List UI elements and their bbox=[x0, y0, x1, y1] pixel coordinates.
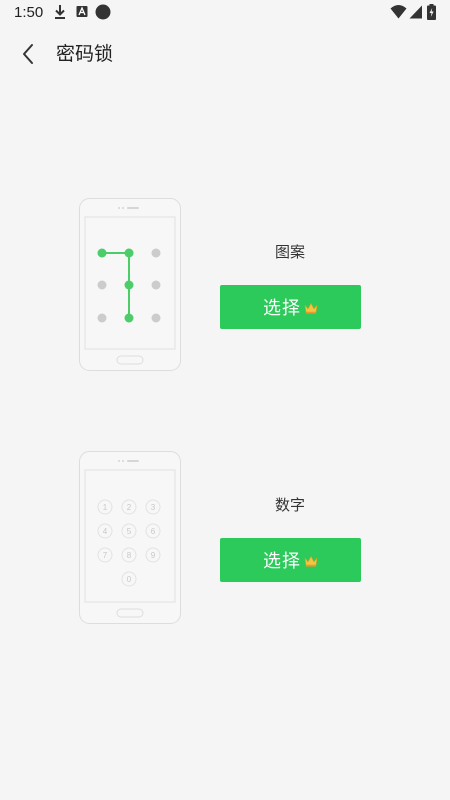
download-icon bbox=[55, 5, 65, 19]
back-button[interactable] bbox=[12, 38, 44, 70]
screen: 1:50 密码锁 图案 选择 1 2 3 4 5 6 7 8 9 0 数字 选择 bbox=[0, 0, 450, 800]
pattern-dot bbox=[97, 248, 107, 258]
chevron-left-icon bbox=[23, 44, 33, 64]
pin-key-label: 1 bbox=[103, 503, 108, 512]
status-time: 1:50 bbox=[14, 4, 44, 21]
app-bar: 密码锁 bbox=[0, 26, 450, 80]
pattern-dot bbox=[151, 248, 161, 258]
pin-key-label: 4 bbox=[103, 527, 108, 536]
circle-dot-icon bbox=[95, 4, 111, 20]
pattern-dot bbox=[97, 313, 107, 323]
pin-key-label: 9 bbox=[151, 551, 156, 560]
pattern-dot bbox=[124, 313, 134, 323]
select-pattern-button[interactable]: 选择 bbox=[220, 285, 361, 329]
pin-key-label: 2 bbox=[127, 503, 132, 512]
select-button-label: 选择 bbox=[263, 298, 301, 319]
battery-icon bbox=[427, 4, 436, 20]
option-number: 1 2 3 4 5 6 7 8 9 0 数字 选择 bbox=[0, 451, 450, 627]
option-label: 图案 bbox=[274, 243, 305, 261]
pin-key-label: 3 bbox=[151, 503, 156, 512]
pin-key-label: 5 bbox=[127, 527, 132, 536]
crown-icon bbox=[304, 302, 318, 314]
select-number-button[interactable]: 选择 bbox=[220, 538, 361, 582]
font-a-icon bbox=[76, 6, 88, 17]
page-title: 密码锁 bbox=[56, 43, 114, 65]
pattern-dot bbox=[124, 280, 134, 290]
select-button-label: 选择 bbox=[263, 551, 301, 572]
pattern-phone-illustration bbox=[79, 198, 181, 371]
option-label: 数字 bbox=[274, 496, 305, 514]
status-bar: 1:50 bbox=[0, 0, 450, 26]
number-phone-illustration: 1 2 3 4 5 6 7 8 9 0 bbox=[79, 451, 181, 624]
pin-key-label: 0 bbox=[127, 575, 132, 584]
pattern-dot bbox=[124, 248, 134, 258]
pattern-dot bbox=[151, 313, 161, 323]
pattern-dot bbox=[97, 280, 107, 290]
pattern-dot bbox=[151, 280, 161, 290]
option-pattern: 图案 选择 bbox=[0, 198, 450, 374]
wifi-icon bbox=[390, 5, 407, 19]
pin-key-label: 7 bbox=[103, 551, 108, 560]
pin-key-label: 8 bbox=[127, 551, 132, 560]
cellular-icon bbox=[409, 5, 422, 19]
pin-key-label: 6 bbox=[151, 527, 156, 536]
crown-icon bbox=[304, 555, 318, 567]
